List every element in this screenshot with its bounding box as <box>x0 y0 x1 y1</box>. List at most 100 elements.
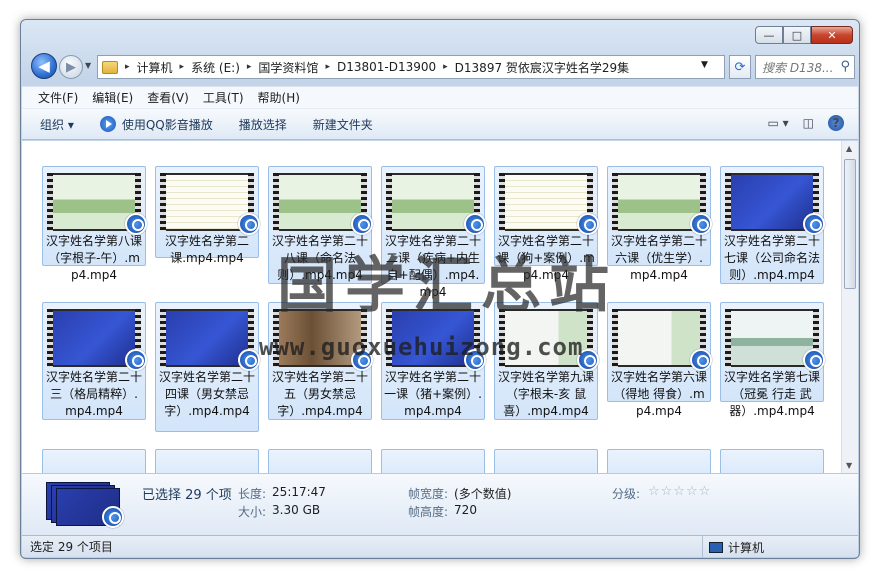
breadcrumb-item[interactable]: 系统 (E:) <box>187 59 244 76</box>
file-item[interactable]: 汉字姓名学第二十五（男女禁忌字）.mp4.mp4 <box>268 302 373 420</box>
file-item[interactable]: 汉字姓名学第二十六课（优生学）.mp4.mp4 <box>607 166 712 282</box>
menu-item[interactable]: 文件(F) <box>38 89 78 106</box>
file-item[interactable] <box>381 449 485 473</box>
size-field: 大小: 3.30 GB <box>238 503 321 519</box>
file-name: 汉字姓名学第二十课（狗+案例）.mp4.mp4 <box>497 234 595 282</box>
file-item[interactable]: 汉字姓名学第九课（字根未-亥 鼠喜）.mp4.mp4 <box>494 302 599 420</box>
file-item[interactable]: 汉字姓名学第二十四课（男女禁忌字）.mp4.mp4 <box>155 302 260 432</box>
menu-item[interactable]: 编辑(E) <box>92 89 133 106</box>
selection-thumbnail-stack <box>46 482 124 528</box>
scrollbar-thumb[interactable] <box>844 159 856 289</box>
rating-stars[interactable]: ☆☆☆☆☆ <box>648 484 711 499</box>
menu-item[interactable]: 工具(T) <box>203 89 244 106</box>
frame-height-field: 帧高度: 720 <box>408 503 477 519</box>
video-badge-icon <box>577 349 599 371</box>
menu-item[interactable]: 帮助(H) <box>258 89 300 106</box>
length-field: 长度: 25:17:47 <box>238 485 326 501</box>
file-name: 汉字姓名学第七课（冠冕 行走 武器）.mp4.mp4 <box>723 370 820 418</box>
close-button[interactable]: ✕ <box>811 26 853 44</box>
change-view-icon[interactable]: ▭ ▾ <box>767 116 788 130</box>
video-badge-icon <box>803 213 825 235</box>
video-badge-icon <box>238 349 260 371</box>
file-name: 汉字姓名学第二十二课（疾病+内生自+配偶）.mp4.mp4 <box>384 234 481 299</box>
file-item[interactable]: 汉字姓名学第六课（得地 得食）.mp4.mp4 <box>607 302 712 418</box>
file-item[interactable]: 汉字姓名学第七课（冠冕 行走 武器）.mp4.mp4 <box>720 302 825 418</box>
status-location: 计算机 <box>702 536 764 558</box>
back-button[interactable]: ◀ <box>31 53 57 79</box>
file-name: 汉字姓名学第二十七课（公司命名法则）.mp4.mp4 <box>723 234 820 282</box>
menu-item[interactable]: 查看(V) <box>147 89 189 106</box>
search-input[interactable]: 搜索 D138... ⚲ <box>755 55 855 79</box>
file-item[interactable] <box>268 449 372 473</box>
rating-field: 分级: <box>612 487 641 501</box>
menu-bar: 文件(F) 编辑(E) 查看(V) 工具(T) 帮助(H) <box>22 86 858 108</box>
scroll-down-icon[interactable]: ▼ <box>846 461 852 470</box>
help-icon[interactable]: ? <box>828 115 844 131</box>
breadcrumb-item[interactable]: D13801-D13900 <box>333 60 440 74</box>
refresh-button[interactable]: ⟳ <box>729 55 751 79</box>
command-bar: 组织 ▾ 使用QQ影音播放 播放选择 新建文件夹 ▭ ▾ ◫ ? <box>22 108 858 140</box>
explorer-window: — □ ✕ ◀ ▶ ▼ ▸ 计算机 ▸ 系统 (E:) ▸ 国学资料馆 ▸ D13801-D1… <box>20 19 860 559</box>
breadcrumb-item[interactable]: D13897 贺依宸汉字姓名学29集 <box>451 59 634 76</box>
file-item[interactable] <box>155 449 259 473</box>
caption-buttons: — □ ✕ <box>755 26 853 44</box>
forward-button[interactable]: ▶ <box>59 55 83 79</box>
file-item[interactable]: 汉字姓名学第二十八课（命名法则）.mp4.mp4 <box>268 166 373 284</box>
scroll-up-icon[interactable]: ▲ <box>846 144 852 153</box>
breadcrumb-separator-icon[interactable]: ▸ <box>244 62 255 72</box>
file-item[interactable]: 汉字姓名学第二十二课（疾病+内生自+配偶）.mp4.mp4 <box>381 166 486 299</box>
folder-icon <box>102 60 118 74</box>
breadcrumb-separator-icon[interactable]: ▸ <box>122 62 133 72</box>
file-item[interactable]: 汉字姓名学第二十七课（公司命名法则）.mp4.mp4 <box>720 166 825 284</box>
maximize-button[interactable]: □ <box>783 26 811 44</box>
file-name: 汉字姓名学第二十四课（男女禁忌字）.mp4.mp4 <box>158 370 255 418</box>
file-item[interactable]: 汉字姓名学第二十三（格局精粹）.mp4.mp4 <box>42 302 147 420</box>
file-item[interactable] <box>494 449 598 473</box>
vertical-scrollbar[interactable]: ▲ ▼ <box>841 141 858 473</box>
preview-pane-icon[interactable]: ◫ <box>803 116 814 130</box>
video-badge-icon <box>690 213 712 235</box>
address-bar[interactable]: ▸ 计算机 ▸ 系统 (E:) ▸ 国学资料馆 ▸ D13801-D13900 ▸ D13897 … <box>97 55 725 79</box>
breadcrumb-item[interactable]: 国学资料馆 <box>254 59 322 76</box>
play-selected-button[interactable]: 播放选择 <box>239 116 287 133</box>
video-badge-icon <box>125 213 147 235</box>
breadcrumb-separator-icon[interactable]: ▸ <box>322 62 333 72</box>
file-name: 汉字姓名学第八课（字根子-午）.mp4.mp4 <box>45 234 142 282</box>
file-item[interactable]: 汉字姓名学第二十一课（猪+案例）.mp4.mp4 <box>381 302 486 420</box>
selection-count: 已选择 29 个项 <box>142 488 232 503</box>
history-dropdown-icon[interactable]: ▼ <box>85 61 91 70</box>
video-badge-icon <box>102 506 124 528</box>
video-badge-icon <box>351 213 373 235</box>
file-item[interactable]: 汉字姓名学第八课（字根子-午）.mp4.mp4 <box>42 166 147 282</box>
video-badge-icon <box>351 349 373 371</box>
navigation-row: ◀ ▶ ▼ ▸ 计算机 ▸ 系统 (E:) ▸ 国学资料馆 ▸ D13801-D13900 ▸ D… <box>29 53 855 81</box>
play-qq-button[interactable]: 使用QQ影音播放 <box>99 116 213 133</box>
video-badge-icon <box>464 349 486 371</box>
file-item[interactable] <box>42 449 146 473</box>
minimize-button[interactable]: — <box>755 26 783 44</box>
video-badge-icon <box>690 349 712 371</box>
video-badge-icon <box>464 213 486 235</box>
status-bar: 选定 29 个项目 计算机 <box>22 535 858 558</box>
organize-button[interactable]: 组织 ▾ <box>40 116 74 133</box>
breadcrumb-item[interactable]: 计算机 <box>133 59 177 76</box>
status-text: 选定 29 个项目 <box>30 540 113 554</box>
search-icon: ⚲ <box>840 59 850 74</box>
new-folder-button[interactable]: 新建文件夹 <box>313 116 373 133</box>
file-name: 汉字姓名学第二十六课（优生学）.mp4.mp4 <box>610 234 707 282</box>
file-name: 汉字姓名学第二十八课（命名法则）.mp4.mp4 <box>271 234 368 282</box>
view-tools: ▭ ▾ ◫ ? <box>753 115 844 131</box>
file-item[interactable] <box>607 449 711 473</box>
file-item[interactable] <box>720 449 824 473</box>
address-dropdown-icon[interactable]: ▼ <box>701 60 708 70</box>
video-badge-icon <box>238 213 260 235</box>
computer-icon <box>709 541 723 553</box>
qq-player-icon <box>99 116 116 132</box>
breadcrumb-separator-icon[interactable]: ▸ <box>440 62 451 72</box>
file-name: 汉字姓名学第二十一课（猪+案例）.mp4.mp4 <box>384 370 482 418</box>
file-item[interactable]: 汉字姓名学第二课.mp4.mp4 <box>155 166 260 265</box>
file-item[interactable]: 汉字姓名学第二十课（狗+案例）.mp4.mp4 <box>494 166 599 282</box>
file-name: 汉字姓名学第九课（字根未-亥 鼠喜）.mp4.mp4 <box>497 370 594 418</box>
file-list: 汉字姓名学第八课（字根子-午）.mp4.mp4 汉字姓名学第二课.mp4.mp4 汉… <box>22 141 858 473</box>
breadcrumb-separator-icon[interactable]: ▸ <box>177 62 188 72</box>
